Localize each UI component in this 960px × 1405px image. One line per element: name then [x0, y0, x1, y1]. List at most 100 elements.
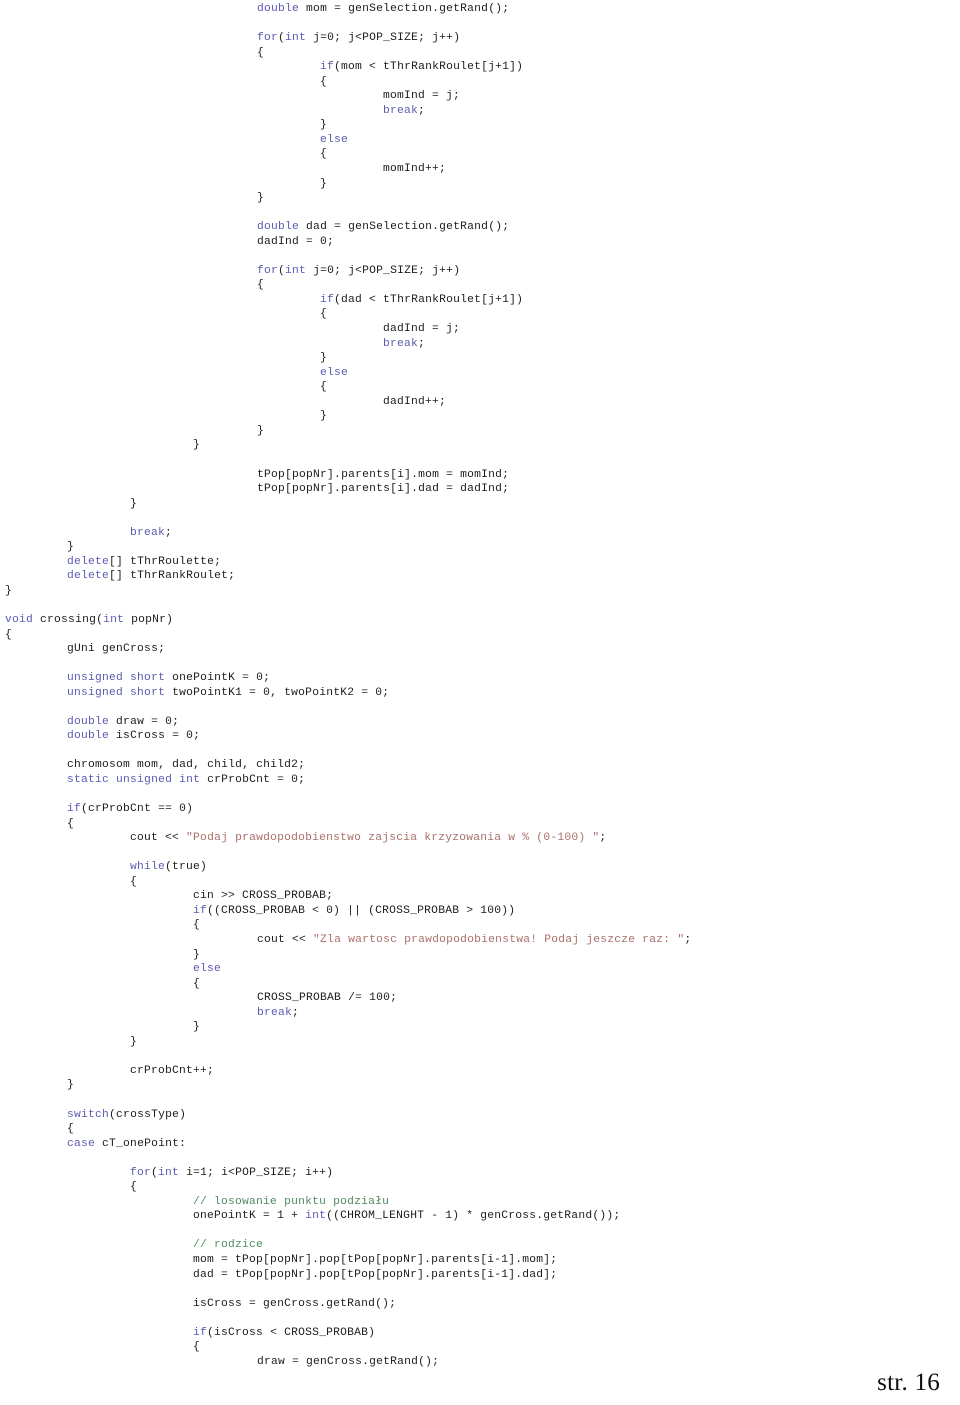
code-token-pln: crossing( [33, 613, 104, 626]
code-line: for(int j=0; j<POP_SIZE; j++) [0, 264, 960, 279]
code-line: } [0, 948, 960, 963]
code-token-pln: { [320, 75, 328, 88]
code-token-pln: crProbCnt++; [130, 1064, 215, 1077]
code-token-pln: [] tThrRoulette; [109, 555, 222, 568]
code-token-kw: break [383, 104, 419, 117]
code-token-pln: { [5, 628, 13, 641]
code-token-kw: case [67, 1137, 96, 1150]
code-line: double dad = genSelection.getRand(); [0, 220, 960, 235]
code-line: else [0, 962, 960, 977]
code-line: { [0, 1340, 960, 1355]
code-line: momInd = j; [0, 89, 960, 104]
code-line: case cT_onePoint: [0, 1137, 960, 1152]
code-line: unsigned short twoPointK1 = 0, twoPointK… [0, 686, 960, 701]
code-token-pln: dadInd++; [383, 395, 447, 408]
code-line: delete[] tThrRoulette; [0, 555, 960, 570]
code-token-kw: while [130, 861, 166, 874]
code-token-kw: if [193, 904, 208, 917]
code-line: } [0, 584, 960, 599]
code-token-str: "Zla wartosc prawdopodobienstwa! Podaj j… [313, 934, 685, 946]
code-token-pln: ((CROSS_PROBAB < 0) || (CROSS_PROBAB > 1… [207, 904, 516, 917]
code-token-pln: tPop[popNr].parents[i].dad = dadInd; [257, 483, 510, 496]
code-token-pln: { [257, 46, 265, 59]
code-line: if(mom < tThrRankRoulet[j+1]) [0, 60, 960, 75]
code-token-pln: cout << [130, 832, 187, 845]
code-token-pln: } [320, 352, 328, 365]
code-token-kw: if [193, 1326, 208, 1339]
code-line: { [0, 278, 960, 293]
code-token-kw: break [130, 526, 166, 539]
code-line: dadInd = 0; [0, 235, 960, 250]
code-line: else [0, 133, 960, 148]
code-line: while(true) [0, 860, 960, 875]
code-token-pln: { [193, 919, 201, 932]
code-line: CROSS_PROBAB /= 100; [0, 991, 960, 1006]
code-token-pln: } [320, 119, 328, 132]
code-token-pln: isCross = 0; [109, 730, 201, 743]
code-line: break; [0, 104, 960, 119]
code-line: unsigned short onePointK = 0; [0, 671, 960, 686]
code-token-pln: j=0; j<POP_SIZE; j++) [306, 264, 461, 277]
code-token-kw: if [320, 293, 335, 306]
code-line: { [0, 918, 960, 933]
code-line: momInd++; [0, 162, 960, 177]
code-token-pln: isCross = genCross.getRand(); [193, 1297, 397, 1310]
code-line: } [0, 191, 960, 206]
code-token-pln: } [257, 424, 265, 437]
code-line: break; [0, 337, 960, 352]
code-line: switch(crossType) [0, 1108, 960, 1123]
code-line: onePointK = 1 + int((CHROM_LENGHT - 1) *… [0, 1209, 960, 1224]
code-token-pln: tPop[popNr].parents[i].mom = momInd; [257, 468, 510, 481]
code-token-pln: { [67, 1123, 75, 1136]
code-token-pln: { [320, 381, 328, 394]
code-token-kw: unsigned short [67, 672, 166, 685]
code-token-pln: momInd++; [383, 163, 447, 176]
code-line: } [0, 540, 960, 555]
code-line: { [0, 75, 960, 90]
code-token-pln: ; [165, 526, 173, 539]
code-token-kw: if [67, 803, 82, 816]
code-token-kw: double [67, 715, 110, 728]
code-line: } [0, 497, 960, 512]
code-token-cmt: // rodzice [193, 1239, 264, 1252]
code-token-pln: (true) [165, 861, 208, 874]
code-token-kw: int [305, 1210, 327, 1223]
code-line: { [0, 875, 960, 890]
code-line: { [0, 977, 960, 992]
code-token-pln: mom = genSelection.getRand(); [299, 3, 510, 15]
code-token-kw: break [383, 337, 419, 350]
code-line: gUni genCross; [0, 642, 960, 657]
code-token-pln: onePointK = 1 + [193, 1210, 306, 1223]
code-line: } [0, 118, 960, 133]
code-line: draw = genCross.getRand(); [0, 1355, 960, 1370]
code-line: if(crProbCnt == 0) [0, 802, 960, 817]
code-token-kw: for [130, 1166, 152, 1179]
code-token-pln: { [67, 817, 75, 830]
code-line: isCross = genCross.getRand(); [0, 1297, 960, 1312]
code-token-pln: { [130, 1181, 138, 1194]
code-token-pln: { [320, 308, 328, 321]
code-line: double draw = 0; [0, 715, 960, 730]
code-line: break; [0, 1006, 960, 1021]
code-token-kw: int [158, 1166, 180, 1179]
code-token-pln: CROSS_PROBAB /= 100; [257, 992, 398, 1005]
code-line: dadInd++; [0, 395, 960, 410]
code-line: dad = tPop[popNr].pop[tPop[popNr].parent… [0, 1268, 960, 1283]
code-token-pln: dad = genSelection.getRand(); [299, 221, 510, 234]
code-token-kw: else [193, 963, 222, 976]
code-token-kw: for [257, 264, 279, 277]
code-token-kw: double [257, 3, 300, 15]
code-line: } [0, 177, 960, 192]
code-line: // rodzice [0, 1238, 960, 1253]
